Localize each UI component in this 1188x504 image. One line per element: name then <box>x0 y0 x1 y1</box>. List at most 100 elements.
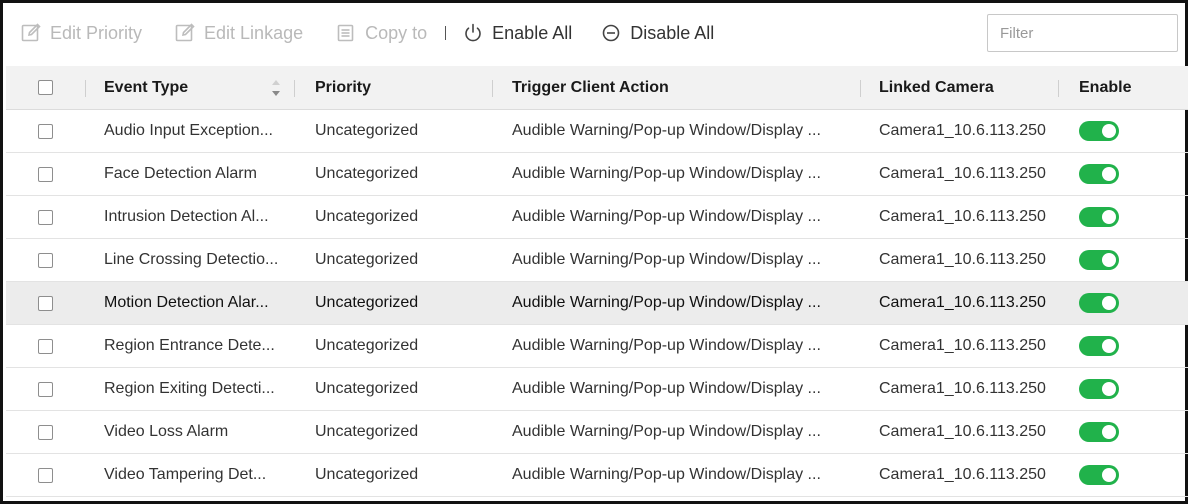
enable-toggle[interactable] <box>1079 293 1119 313</box>
enable-cell <box>1079 368 1179 410</box>
enable-toggle[interactable] <box>1079 164 1119 184</box>
priority-cell: Uncategorized <box>315 380 419 397</box>
toggle-knob <box>1102 253 1116 267</box>
power-icon <box>462 22 484 44</box>
enable-all-button[interactable]: Enable All <box>462 6 572 60</box>
row-checkbox[interactable] <box>38 252 53 268</box>
table-row[interactable]: Intrusion Detection Al... Uncategorized … <box>6 196 1188 239</box>
table-row[interactable]: Audio Input Exception... Uncategorized A… <box>6 110 1188 153</box>
header-event-type[interactable]: Event Type <box>104 66 294 109</box>
event-type-cell: Line Crossing Detectio... <box>104 251 279 268</box>
row-checkbox[interactable] <box>38 295 53 311</box>
linked-camera-cell: Camera1_10.6.113.250 <box>879 466 1046 483</box>
table-row[interactable]: Region Entrance Dete... Uncategorized Au… <box>6 325 1188 368</box>
toggle-knob <box>1102 167 1116 181</box>
table-row[interactable]: Motion Detection Alar... Uncategorized A… <box>6 282 1188 325</box>
linked-camera-cell: Camera1_10.6.113.250 <box>879 251 1046 268</box>
toggle-knob <box>1102 468 1116 482</box>
row-checkbox[interactable] <box>38 166 53 182</box>
minus-circle-icon <box>600 22 622 44</box>
header-divider <box>1058 80 1059 97</box>
enable-toggle[interactable] <box>1079 465 1119 485</box>
table-row[interactable]: Video Tampering Det... Uncategorized Aud… <box>6 454 1188 497</box>
row-select-cell <box>38 110 53 152</box>
table-body: Audio Input Exception... Uncategorized A… <box>6 110 1188 497</box>
disable-all-button[interactable]: Disable All <box>600 6 714 60</box>
edit-icon <box>20 22 42 44</box>
trigger-client-action-cell: Audible Warning/Pop-up Window/Display ..… <box>512 208 821 225</box>
row-checkbox[interactable] <box>38 381 53 397</box>
event-type-cell: Intrusion Detection Al... <box>104 208 269 225</box>
enable-toggle[interactable] <box>1079 379 1119 399</box>
table-header: Event Type Priority Trigger Client Actio… <box>6 66 1188 110</box>
toggle-knob <box>1102 296 1116 310</box>
filter-input[interactable] <box>987 14 1178 52</box>
header-priority[interactable]: Priority <box>315 66 485 109</box>
table-row[interactable]: Region Exiting Detecti... Uncategorized … <box>6 368 1188 411</box>
enable-cell <box>1079 239 1179 281</box>
table-row[interactable]: Video Loss Alarm Uncategorized Audible W… <box>6 411 1188 454</box>
select-all-checkbox[interactable] <box>38 80 53 95</box>
row-select-cell <box>38 411 53 453</box>
header-divider <box>492 80 493 97</box>
enable-toggle[interactable] <box>1079 207 1119 227</box>
enable-toggle[interactable] <box>1079 422 1119 442</box>
header-divider <box>860 80 861 97</box>
row-select-cell <box>38 239 53 281</box>
row-checkbox[interactable] <box>38 338 53 354</box>
copy-to-button[interactable]: Copy to <box>335 6 427 60</box>
row-select-cell <box>38 368 53 410</box>
toggle-knob <box>1102 339 1116 353</box>
linked-camera-cell: Camera1_10.6.113.250 <box>879 380 1046 397</box>
toggle-knob <box>1102 124 1116 138</box>
table-row[interactable]: Face Detection Alarm Uncategorized Audib… <box>6 153 1188 196</box>
row-checkbox[interactable] <box>38 209 53 225</box>
toggle-knob <box>1102 210 1116 224</box>
event-type-cell: Motion Detection Alar... <box>104 294 269 311</box>
header-divider <box>85 80 86 97</box>
enable-all-label: Enable All <box>492 22 573 43</box>
row-checkbox[interactable] <box>38 424 53 440</box>
toolbar-divider <box>445 26 447 40</box>
edit-priority-button[interactable]: Edit Priority <box>20 6 142 60</box>
header-divider <box>294 80 295 97</box>
event-table: Event Type Priority Trigger Client Actio… <box>6 66 1188 497</box>
enable-toggle[interactable] <box>1079 121 1119 141</box>
copy-icon <box>335 22 357 44</box>
edit-linkage-label: Edit Linkage <box>204 22 304 43</box>
row-select-cell <box>38 282 53 324</box>
row-checkbox[interactable] <box>38 123 53 139</box>
row-checkbox[interactable] <box>38 467 53 483</box>
select-all-cell <box>38 66 53 109</box>
event-type-cell: Region Entrance Dete... <box>104 337 275 354</box>
priority-cell: Uncategorized <box>315 466 419 483</box>
row-select-cell <box>38 325 53 367</box>
linked-camera-cell: Camera1_10.6.113.250 <box>879 337 1046 354</box>
enable-cell <box>1079 454 1179 496</box>
event-type-cell: Audio Input Exception... <box>104 122 273 139</box>
priority-cell: Uncategorized <box>315 423 419 440</box>
event-type-cell: Region Exiting Detecti... <box>104 380 275 397</box>
linked-camera-cell: Camera1_10.6.113.250 <box>879 165 1046 182</box>
enable-toggle[interactable] <box>1079 336 1119 356</box>
enable-cell <box>1079 196 1179 238</box>
linked-camera-cell: Camera1_10.6.113.250 <box>879 122 1046 139</box>
trigger-client-action-cell: Audible Warning/Pop-up Window/Display ..… <box>512 165 821 182</box>
priority-cell: Uncategorized <box>315 294 419 311</box>
enable-toggle[interactable] <box>1079 250 1119 270</box>
edit-linkage-button[interactable]: Edit Linkage <box>174 6 303 60</box>
edit-priority-label: Edit Priority <box>50 22 143 43</box>
priority-cell: Uncategorized <box>315 165 419 182</box>
event-type-cell: Face Detection Alarm <box>104 165 257 182</box>
trigger-client-action-cell: Audible Warning/Pop-up Window/Display ..… <box>512 423 821 440</box>
header-trigger-client-action[interactable]: Trigger Client Action <box>512 66 862 109</box>
trigger-client-action-cell: Audible Warning/Pop-up Window/Display ..… <box>512 251 821 268</box>
priority-cell: Uncategorized <box>315 251 419 268</box>
header-linked-camera[interactable]: Linked Camera <box>879 66 1059 109</box>
trigger-client-action-cell: Audible Warning/Pop-up Window/Display ..… <box>512 122 821 139</box>
enable-cell <box>1079 411 1179 453</box>
edit-icon <box>174 22 196 44</box>
sort-icon[interactable] <box>271 77 281 99</box>
linked-camera-cell: Camera1_10.6.113.250 <box>879 294 1046 311</box>
table-row[interactable]: Line Crossing Detectio... Uncategorized … <box>6 239 1188 282</box>
